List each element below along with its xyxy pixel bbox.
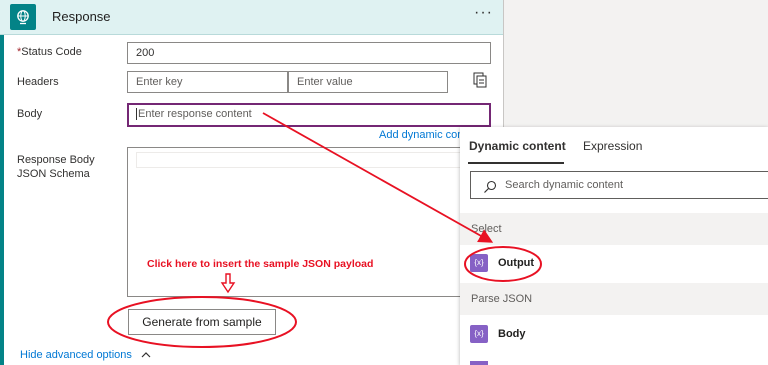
tab-dynamic-content[interactable]: Dynamic content	[469, 139, 566, 153]
schema-label: Response Body JSON Schema	[17, 154, 95, 180]
header-value-input[interactable]: Enter value	[288, 71, 448, 93]
status-code-input[interactable]: 200	[127, 42, 491, 64]
status-code-label-text: Status Code	[21, 46, 82, 58]
variable-icon: {x}	[470, 254, 488, 272]
chevron-up-icon	[141, 349, 151, 361]
response-action-card: Response ··· *Status Code 200 Headers En…	[0, 0, 504, 365]
search-icon	[483, 178, 497, 193]
annotation-text: Click here to insert the sample JSON pay…	[147, 258, 374, 270]
body-label: Body	[17, 108, 43, 120]
variable-icon: {x}	[470, 325, 488, 343]
tab-expression[interactable]: Expression	[583, 139, 642, 153]
dynamic-item-body[interactable]: {x} Body	[460, 316, 768, 354]
header-key-input[interactable]: Enter key	[127, 71, 288, 93]
section-header-parse-json: Parse JSON	[460, 283, 768, 315]
add-dynamic-content-link[interactable]: Add dynamic cont	[379, 129, 466, 141]
dynamic-item-label: Body	[498, 328, 526, 340]
body-input[interactable]: Enter response content	[127, 103, 491, 127]
status-code-label: *Status Code	[17, 45, 82, 59]
more-options-icon[interactable]: ···	[474, 4, 493, 22]
text-caret	[136, 108, 137, 121]
generate-from-sample-button[interactable]: Generate from sample	[128, 309, 276, 335]
dynamic-item-label: Output	[498, 257, 535, 269]
search-placeholder: Search dynamic content	[505, 179, 624, 191]
variable-icon	[470, 361, 488, 365]
schema-editor[interactable]	[127, 147, 491, 297]
switch-to-text-mode-icon[interactable]	[473, 72, 487, 88]
body-placeholder: Enter response content	[138, 108, 252, 120]
dynamic-content-panel: Dynamic content Expression Search dynami…	[460, 127, 768, 365]
globe-icon	[10, 4, 36, 30]
section-header-select: Select	[460, 213, 768, 245]
search-dynamic-content-input[interactable]: Search dynamic content	[470, 171, 768, 199]
headers-label: Headers	[17, 76, 59, 88]
schema-editor-line	[136, 152, 482, 168]
active-tab-indicator	[468, 162, 564, 164]
card-title: Response	[52, 9, 111, 24]
card-accent-bar	[0, 0, 4, 365]
hide-advanced-options-link[interactable]: Hide advanced options	[20, 349, 151, 361]
dynamic-item-output[interactable]: {x} Output	[460, 245, 768, 283]
hide-advanced-label: Hide advanced options	[20, 349, 132, 361]
card-header[interactable]: Response ···	[0, 0, 503, 35]
